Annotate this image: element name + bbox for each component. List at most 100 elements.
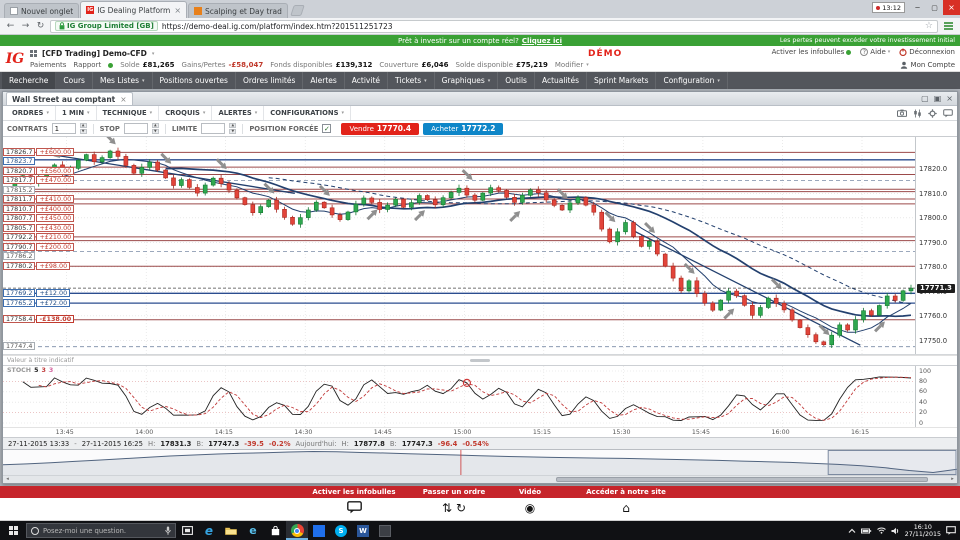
order-label[interactable]: 17765.2 +£72.00 bbox=[3, 298, 71, 307]
taskbar-clock[interactable]: 16:10 27/11/2015 bbox=[905, 524, 941, 538]
nav-sprint-markets[interactable]: Sprint Markets bbox=[587, 72, 657, 89]
tab-close-icon[interactable]: × bbox=[120, 95, 126, 104]
chat-bubble-icon[interactable] bbox=[296, 501, 412, 514]
task-view-button[interactable] bbox=[176, 521, 198, 540]
report-link[interactable]: Rapport bbox=[73, 61, 101, 69]
contracts-input[interactable] bbox=[51, 123, 76, 134]
payments-link[interactable]: Paiements bbox=[30, 61, 66, 69]
tab-close-icon[interactable]: × bbox=[174, 6, 181, 15]
my-account-link[interactable]: Mon Compte bbox=[900, 61, 955, 69]
order-label[interactable]: 17820.7 +£560.00 bbox=[3, 166, 75, 175]
forward-icon[interactable]: → bbox=[20, 21, 31, 31]
word-icon[interactable]: W bbox=[352, 521, 374, 540]
close-button[interactable]: × bbox=[943, 0, 960, 15]
order-label[interactable]: 17810.7 +£400.00 bbox=[3, 204, 75, 213]
nav-ordres-limites[interactable]: Ordres limités bbox=[236, 72, 304, 89]
bookmark-star-icon[interactable]: ☆ bbox=[925, 21, 933, 31]
action-place-order[interactable]: Passer un ordre bbox=[408, 488, 500, 496]
action-video[interactable]: Vidéo bbox=[500, 488, 560, 496]
order-label[interactable]: 17792.2 +£210.00 bbox=[3, 233, 75, 242]
contracts-stepper[interactable]: ▲ ▼ bbox=[79, 123, 87, 134]
order-label[interactable]: 17815.2 bbox=[3, 185, 36, 194]
stop-input[interactable] bbox=[123, 123, 148, 134]
order-label[interactable]: 17747.4 bbox=[3, 342, 36, 351]
order-label[interactable]: 17811.7 +£410.00 bbox=[3, 195, 75, 204]
chart-overview[interactable]: ◂ ▸ bbox=[3, 449, 957, 483]
photos-icon[interactable] bbox=[308, 521, 330, 540]
technical-menu[interactable]: TECHNIQUE ▾ bbox=[97, 106, 160, 120]
close-window-icon[interactable]: × bbox=[946, 94, 953, 104]
browser-tab-new[interactable]: Nouvel onglet bbox=[4, 3, 80, 18]
buy-button[interactable]: Acheter 17772.2 bbox=[423, 122, 504, 135]
chart-window-tab[interactable]: Wall Street au comptant × bbox=[6, 92, 133, 105]
order-label[interactable]: 17790.7 +£200.00 bbox=[3, 242, 75, 251]
video-icon[interactable]: ◉ bbox=[500, 501, 560, 516]
nav-actualites[interactable]: Actualités bbox=[535, 72, 588, 89]
nav-activite[interactable]: Activité bbox=[345, 72, 389, 89]
new-tab-button[interactable] bbox=[290, 5, 305, 16]
order-arrows-icon[interactable]: ⇅ ↻ bbox=[408, 501, 500, 516]
browser-tab-ig[interactable]: IG IG Dealing Platform × bbox=[80, 1, 188, 18]
edge-icon[interactable]: e bbox=[198, 521, 220, 540]
candlestick-chart[interactable]: 17826.7 +£600.00 17823.7 17820.7 +£560.00 178… bbox=[3, 137, 957, 355]
order-label[interactable]: 17817.7 +£470.00 bbox=[3, 176, 75, 185]
interval-menu[interactable]: 1 MIN ▾ bbox=[56, 106, 97, 120]
maximize-window-icon[interactable]: ▣ bbox=[934, 94, 942, 104]
refresh-icon[interactable]: ↻ bbox=[35, 21, 46, 31]
order-label[interactable]: 17807.7 +£450.00 bbox=[3, 214, 75, 223]
activate-tooltips-link[interactable]: Activer les infobulles bbox=[772, 48, 852, 56]
order-label[interactable]: 17786.2 bbox=[3, 252, 36, 261]
scroll-right-icon[interactable]: ▸ bbox=[948, 476, 957, 483]
drawing-menu[interactable]: CROQUIS ▾ bbox=[159, 106, 213, 120]
skype-icon[interactable]: S bbox=[330, 521, 352, 540]
gear-icon[interactable] bbox=[928, 108, 937, 118]
microphone-icon[interactable] bbox=[165, 526, 171, 535]
nav-mes-listes[interactable]: Mes Listes ▾ bbox=[93, 72, 153, 89]
back-icon[interactable]: ← bbox=[5, 21, 16, 31]
nav-graphiques[interactable]: Graphiques ▾ bbox=[435, 72, 499, 89]
maximize-button[interactable]: ▢ bbox=[926, 0, 943, 15]
browser-tab-scalping[interactable]: Scalping et Day trad bbox=[188, 3, 288, 18]
ie-icon[interactable]: e bbox=[242, 521, 264, 540]
nav-outils[interactable]: Outils bbox=[498, 72, 535, 89]
limit-stepper[interactable]: ▲ ▼ bbox=[229, 123, 237, 134]
security-chip[interactable]: IG Group Limited [GB] bbox=[55, 21, 158, 31]
comment-icon[interactable] bbox=[943, 108, 953, 118]
wifi-icon[interactable] bbox=[876, 527, 886, 534]
sell-button[interactable]: Vendre 17770.4 bbox=[341, 122, 420, 135]
chart-window-titlebar[interactable]: Wall Street au comptant × ▢ ▣ × bbox=[3, 92, 957, 106]
notifications-icon[interactable] bbox=[946, 526, 956, 535]
action-website[interactable]: Accéder à notre site bbox=[564, 488, 688, 496]
volume-icon[interactable] bbox=[891, 527, 900, 535]
panel-resize-grip[interactable] bbox=[470, 359, 490, 362]
order-label[interactable]: 17826.7 +£600.00 bbox=[3, 147, 75, 156]
address-input[interactable]: IG Group Limited [GB] https://demo-deal.… bbox=[50, 19, 938, 33]
nav-configuration[interactable]: Configuration ▾ bbox=[656, 72, 728, 89]
pin-window-icon[interactable]: ▢ bbox=[921, 94, 929, 104]
battery-icon[interactable] bbox=[860, 528, 872, 534]
scroll-left-icon[interactable]: ◂ bbox=[3, 476, 12, 483]
start-button[interactable] bbox=[0, 521, 26, 540]
account-selector[interactable]: [CFD Trading] Demo-CFD bbox=[42, 49, 147, 58]
help-menu[interactable]: ? Aide ▾ bbox=[860, 48, 890, 56]
order-label[interactable]: 17780.2 +£98.00 bbox=[3, 261, 71, 270]
cortana-search[interactable]: Posez-moi une question. bbox=[26, 523, 176, 538]
chrome-icon[interactable] bbox=[286, 521, 308, 540]
nav-recherche[interactable]: Recherche bbox=[2, 72, 57, 89]
chrome-menu-icon[interactable] bbox=[942, 20, 955, 32]
camera-icon[interactable] bbox=[897, 109, 907, 117]
promo-link[interactable]: Cliquez ici bbox=[522, 37, 562, 45]
nav-cours[interactable]: Cours bbox=[56, 72, 93, 89]
configurations-menu[interactable]: CONFIGURATIONS ▾ bbox=[264, 106, 352, 120]
stochastic-panel[interactable]: STOCH 5 3 3 100 80 60 40 20 0 bbox=[3, 365, 957, 428]
orders-menu[interactable]: ORDRES ▾ bbox=[6, 106, 56, 120]
order-label[interactable]: 17823.7 bbox=[3, 157, 36, 166]
action-tooltips[interactable]: Activer les infobulles bbox=[296, 488, 412, 496]
logout-link[interactable]: Déconnexion bbox=[899, 48, 955, 56]
chart-scrollbar[interactable]: ◂ ▸ bbox=[3, 475, 957, 483]
forced-position-checkbox[interactable]: ✓ bbox=[322, 124, 332, 133]
file-explorer-icon[interactable] bbox=[220, 521, 242, 540]
minimize-button[interactable]: ─ bbox=[909, 0, 926, 15]
nav-tickets[interactable]: Tickets ▾ bbox=[388, 72, 435, 89]
store-icon[interactable] bbox=[264, 521, 286, 540]
